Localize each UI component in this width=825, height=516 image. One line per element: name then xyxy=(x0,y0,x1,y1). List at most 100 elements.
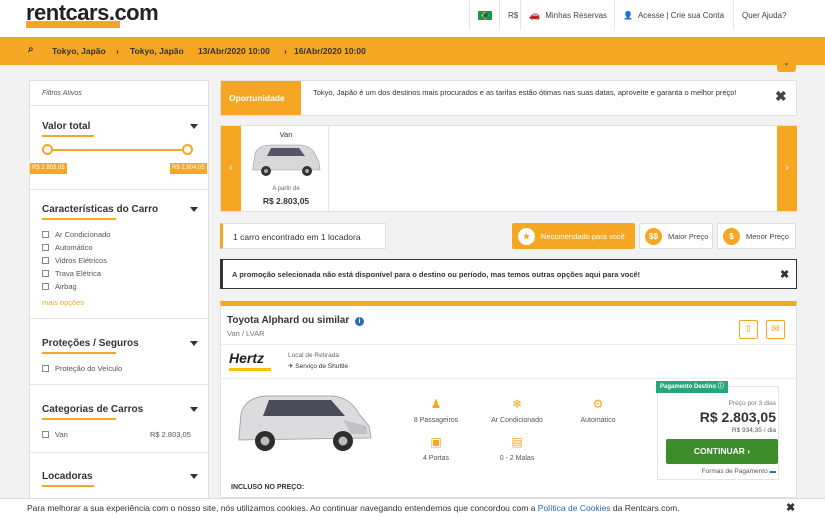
price-filter-title[interactable]: Valor total xyxy=(42,121,90,132)
continue-button[interactable]: CONTINUAR › xyxy=(666,439,778,464)
section-underline xyxy=(42,352,116,354)
divider xyxy=(30,318,208,319)
pickup-label: Local de Retirada xyxy=(288,352,339,359)
companies-filter-title[interactable]: Locadoras xyxy=(42,471,93,482)
features-filter-title[interactable]: Características do Carro xyxy=(42,204,158,215)
cookie-text: Para melhorar a sua experiência com o no… xyxy=(27,503,680,513)
protection-filter-title[interactable]: Proteções / Seguros xyxy=(42,338,139,349)
pickup-value: ✈ Serviço de Shuttle xyxy=(288,363,349,370)
feature-checkbox[interactable]: Automático xyxy=(42,243,93,252)
sort-lowest-button[interactable]: $ Menor Preço xyxy=(717,223,796,249)
feature-checkbox[interactable]: Vidros Elétricos xyxy=(42,256,107,265)
active-filters-label: Filtros Ativos xyxy=(42,90,82,97)
feature-luggage: ▤ 0 - 2 Malas xyxy=(499,435,535,462)
car-model: Toyota Alphard ou similar xyxy=(227,315,350,326)
category-card-van[interactable]: Van A partir de R$ 2.803,05 xyxy=(243,126,329,211)
section-underline xyxy=(42,485,94,487)
carousel-next-button[interactable]: › xyxy=(777,126,797,211)
included-label: INCLUSO NO PREÇO: xyxy=(231,484,305,491)
close-icon[interactable]: ✖ xyxy=(775,88,787,105)
sort-recommended-button[interactable]: ★ Recomendado para você xyxy=(512,223,635,249)
door-icon: ▣ xyxy=(430,435,442,449)
chevron-down-icon[interactable]: ⌄ xyxy=(777,56,796,72)
more-options-link[interactable]: mais opções xyxy=(42,298,84,307)
my-bookings-link[interactable]: 🚗 Minhas Reservas xyxy=(520,0,615,30)
results-count-text: 1 carro encontrado em 1 locadora xyxy=(233,232,361,242)
checkbox[interactable] xyxy=(42,270,49,277)
pickup-location: Tokyo, Japão xyxy=(52,46,106,56)
info-icon[interactable]: i xyxy=(355,317,365,326)
checkbox[interactable] xyxy=(42,283,49,290)
price-box: Pagamento Destino ⓘ Preço por 3 dias R$ … xyxy=(656,381,779,480)
price-total: R$ 2.803,05 xyxy=(699,409,776,425)
price-slider-max-handle[interactable] xyxy=(182,144,193,155)
carousel-prev-button[interactable]: ‹ xyxy=(221,126,241,211)
dropoff-location: Tokyo, Japão xyxy=(130,46,184,56)
top-header: rentcars.com R$ 🚗 Minhas Reservas 👤 Aces… xyxy=(0,0,825,37)
chevron-down-icon[interactable] xyxy=(190,474,198,479)
checkbox[interactable] xyxy=(42,431,49,438)
checkbox[interactable] xyxy=(42,257,49,264)
checkbox[interactable] xyxy=(42,231,49,238)
suitcase-icon: ▤ xyxy=(511,435,523,449)
chevron-down-icon[interactable] xyxy=(190,124,198,129)
chevron-down-icon[interactable] xyxy=(190,207,198,212)
from-label: A partir de xyxy=(272,186,300,192)
divider xyxy=(30,189,208,190)
cookie-policy-link[interactable]: Política de Cookies xyxy=(538,503,611,513)
section-underline xyxy=(42,218,116,220)
feature-passengers: ♟ 8 Passageiros xyxy=(413,397,459,424)
feature-air-conditioning: ❄ Ar Condicionado xyxy=(491,397,543,424)
sort-highest-button[interactable]: $$ Maior Preço xyxy=(639,223,713,249)
brazil-flag-icon xyxy=(478,10,492,20)
help-link[interactable]: Quer Ajuda? xyxy=(733,0,794,30)
price-min-label: R$ 2.803,05 xyxy=(30,163,67,174)
divider xyxy=(221,378,796,379)
checkbox[interactable] xyxy=(42,365,49,372)
chevron-down-icon[interactable] xyxy=(190,407,198,412)
divider xyxy=(30,384,208,385)
car-image xyxy=(238,395,372,451)
divider xyxy=(221,344,796,345)
close-icon[interactable]: ✖ xyxy=(786,501,795,514)
section-underline xyxy=(42,418,116,420)
price-period: Preço por 3 dias xyxy=(728,400,776,407)
opportunity-banner: Oportunidade Tokyo, Japão é um dos desti… xyxy=(220,80,797,116)
dropoff-date: 16/Abr/2020 10:00 xyxy=(294,46,366,56)
payment-forms-link[interactable]: Formas de Pagamento ▬ xyxy=(658,468,776,475)
car-icon: 🚗 xyxy=(529,9,541,20)
cookie-banner: Para melhorar a sua experiência com o no… xyxy=(0,498,825,516)
feature-automatic: ⚙ Automático xyxy=(580,397,616,424)
categories-filter-title[interactable]: Categorias de Carros xyxy=(42,404,143,415)
dollar-icon: $ xyxy=(723,228,740,245)
gearshift-icon: ⚙ xyxy=(592,397,604,411)
promotion-notice: A promoção selecionada não está disponív… xyxy=(220,259,797,289)
credit-card-icon: ▬ xyxy=(769,468,777,475)
van-image xyxy=(252,144,321,176)
results-count: 1 carro encontrado em 1 locadora xyxy=(220,223,386,249)
feature-checkbox[interactable]: Airbag xyxy=(42,282,77,291)
notice-text: A promoção selecionada não está disponív… xyxy=(232,270,641,279)
offer-title: Toyota Alphard ou similar i xyxy=(227,315,365,326)
divider xyxy=(30,452,208,453)
email-icon[interactable]: ✉ xyxy=(766,320,785,339)
price-daily: R$ 934,35 / dia xyxy=(731,427,776,434)
feature-doors: ▣ 4 Portas xyxy=(422,435,450,462)
hertz-logo-bar xyxy=(229,368,271,371)
checkbox[interactable] xyxy=(42,244,49,251)
dollar-icon: $$ xyxy=(645,228,662,245)
user-icon: 👤 xyxy=(623,10,633,20)
language-flag-button[interactable] xyxy=(469,0,500,30)
feature-checkbox[interactable]: Trava Elétrica xyxy=(42,269,101,278)
category-checkbox[interactable]: Van xyxy=(42,430,68,439)
share-icon[interactable]: ⇧ xyxy=(739,320,758,339)
chevron-down-icon[interactable] xyxy=(190,341,198,346)
search-summary-bar[interactable]: ⌕ Tokyo, Japão › Tokyo, Japão 13/Abr/202… xyxy=(0,37,825,65)
info-icon[interactable]: ⓘ xyxy=(718,384,724,390)
account-link[interactable]: 👤 Acesse | Crie sua Conta xyxy=(614,0,732,30)
protection-checkbox[interactable]: Proteção do Veículo xyxy=(42,364,122,373)
arrow-icon: › xyxy=(284,46,287,56)
close-icon[interactable]: ✖ xyxy=(780,268,789,281)
price-slider-min-handle[interactable] xyxy=(42,144,53,155)
feature-checkbox[interactable]: Ar Condicionado xyxy=(42,230,110,239)
